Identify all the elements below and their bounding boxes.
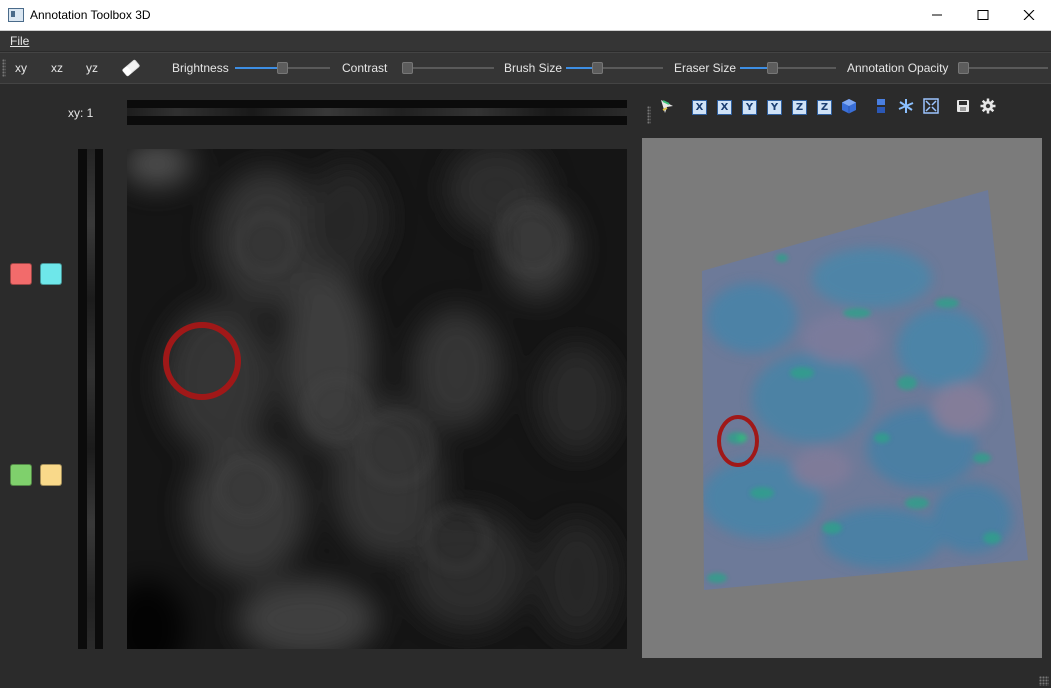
annotation-opacity-label: Annotation Opacity [847, 61, 949, 75]
view3d-toolbar: X X Y Y Z Z [641, 90, 1051, 124]
minimize-icon [932, 14, 942, 16]
brush-size-label: Brush Size [504, 61, 563, 75]
y-axis-icon[interactable]: Y [742, 100, 757, 115]
eraser-size-slider[interactable] [740, 62, 836, 74]
layers-icon[interactable] [873, 98, 889, 114]
slice-index-label: xy: 1 [68, 106, 94, 120]
eraser-size-slider-handle[interactable] [766, 62, 778, 74]
contrast-label: Contrast [342, 61, 388, 75]
x-axis-icon[interactable]: X [692, 100, 707, 115]
close-icon [1023, 10, 1035, 20]
brightness-slider[interactable] [235, 62, 330, 74]
view-xy-button[interactable]: xy [15, 61, 27, 75]
annotation-color-cyan[interactable] [40, 263, 62, 285]
z-axis-reverse-icon[interactable]: Z [817, 100, 832, 115]
close-button[interactable] [1006, 0, 1051, 30]
brightness-slider-handle[interactable] [276, 62, 288, 74]
annotation-opacity-slider-handle[interactable] [958, 62, 969, 74]
brightness-slider-fill [235, 67, 281, 69]
annotation-opacity-slider[interactable] [958, 62, 1048, 74]
xy-slice-image [127, 149, 627, 649]
brush-size-slider-handle[interactable] [592, 62, 604, 74]
z-axis-icon[interactable]: Z [792, 100, 807, 115]
contrast-slider-handle[interactable] [402, 62, 413, 74]
view3d-toolbar-grip[interactable] [647, 106, 651, 124]
fit-view-icon[interactable] [923, 98, 939, 114]
window-resize-grip[interactable] [1039, 676, 1049, 686]
x-axis-reverse-icon[interactable]: X [717, 100, 732, 115]
minimize-button[interactable] [914, 0, 960, 30]
view-xz-button[interactable]: xz [51, 61, 63, 75]
yz-projection-strip[interactable] [78, 149, 103, 649]
annotation-color-yellow[interactable] [40, 464, 62, 486]
maximize-button[interactable] [960, 0, 1006, 30]
window-title: Annotation Toolbox 3D [30, 8, 151, 22]
eraser-icon [122, 59, 140, 77]
toolbar-grip[interactable] [2, 59, 6, 77]
eraser-button[interactable] [120, 58, 142, 81]
menu-file[interactable]: File [10, 34, 29, 48]
main-toolbar: xy xz yz Brightness Contrast Brush Size … [0, 52, 1051, 84]
brush-size-slider[interactable] [566, 62, 663, 74]
xy-slice-canvas[interactable] [127, 149, 627, 649]
volume-render-image [642, 138, 1042, 658]
menu-bar: File [0, 31, 1051, 51]
eraser-size-label: Eraser Size [674, 61, 737, 75]
slice-viewer-panel: xy: 1 [0, 86, 640, 688]
maximize-icon [977, 10, 989, 20]
volume-render-view[interactable] [642, 138, 1042, 658]
brightness-label: Brightness [172, 61, 229, 75]
settings-icon[interactable] [980, 98, 996, 114]
xz-projection-strip[interactable] [127, 100, 627, 125]
cube-icon[interactable] [841, 98, 857, 114]
app-icon [8, 8, 24, 22]
y-axis-reverse-icon[interactable]: Y [767, 100, 782, 115]
annotation-color-red[interactable] [10, 263, 32, 285]
annotation-color-green[interactable] [10, 464, 32, 486]
pointer-icon[interactable] [659, 98, 675, 114]
screenshot-icon[interactable] [955, 98, 971, 114]
contrast-slider[interactable] [402, 62, 494, 74]
title-bar: Annotation Toolbox 3D [0, 0, 1051, 31]
view-yz-button[interactable]: yz [86, 61, 98, 75]
axes-icon[interactable] [898, 98, 914, 114]
